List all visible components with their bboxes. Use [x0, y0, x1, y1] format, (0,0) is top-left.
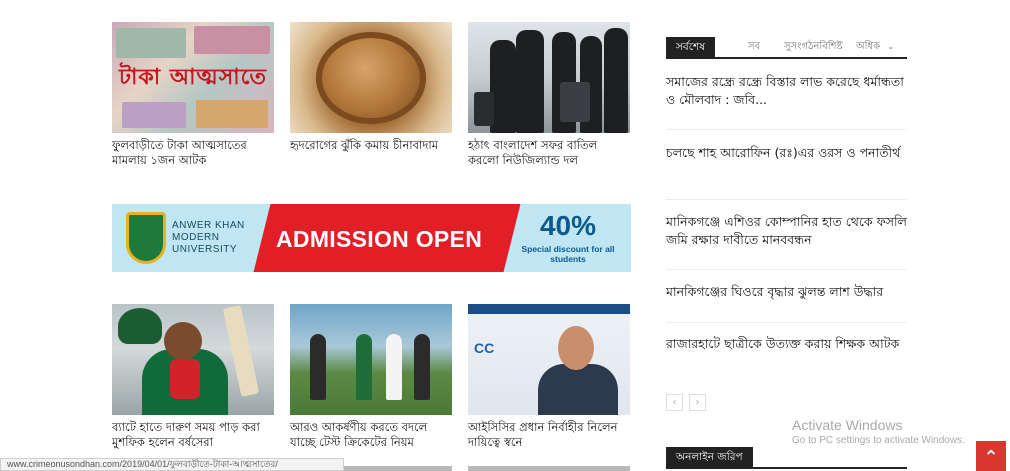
article-thumbnail[interactable] — [290, 22, 452, 133]
latest-item[interactable]: মানিকগঞ্জে এশিওর কোম্পানির হাত থেকে ফসলি… — [666, 213, 907, 249]
article-title[interactable]: ব্যাটে হাতে দারুণ সময় পাড় করা মুশফিক হ… — [112, 420, 274, 450]
next-page-button[interactable]: › — [689, 394, 706, 411]
latest-item[interactable]: মানকিগঞ্জের ঘিওরে বৃদ্ধার ঝুলন্ত লাশ উদ্… — [666, 283, 907, 301]
tab-latest[interactable]: সর্বশেষ — [666, 37, 716, 57]
section-title-poll[interactable]: অনলাইন জরিপ — [666, 447, 753, 467]
article-thumbnail-partial[interactable] — [468, 466, 630, 471]
divider — [666, 269, 907, 270]
nuts-bowl-image — [316, 32, 426, 124]
activate-windows-watermark: Activate Windows Go to PC settings to ac… — [792, 417, 965, 446]
article-thumbnail[interactable]: CC — [468, 304, 630, 415]
article-thumbnail[interactable] — [290, 304, 452, 415]
university-name: ANWER KHAN MODERN UNIVERSITY — [172, 220, 245, 255]
article-thumbnail[interactable] — [468, 22, 630, 133]
prev-page-button[interactable]: ‹ — [666, 394, 683, 411]
tab-more[interactable]: অধিক ⌄ — [856, 37, 894, 57]
article-title[interactable]: হঠাৎ বাংলাদেশ সফর বাতিল করলো নিউজিল্যান্… — [468, 138, 630, 168]
article-card-peanuts[interactable]: হৃদরোগের ঝুঁকি কমায় চীনাবাদাম — [290, 22, 452, 153]
player-image — [164, 322, 202, 360]
poll-section-header: অনলাইন জরিপ — [666, 447, 907, 469]
thumbnail-caption: টাকা আত্মসাতে — [119, 64, 267, 90]
tab-organized[interactable]: সুসংগঠনবিশিষ্ট — [784, 37, 843, 57]
status-bar-url: www.crimeonusondhan.com/2019/04/01/ফুলবা… — [0, 458, 344, 471]
article-thumbnail[interactable] — [112, 304, 274, 415]
chevron-down-icon: ⌄ — [887, 42, 895, 51]
article-title[interactable]: আরও আকর্ষণীয় করতে বদলে যাচ্ছে টেস্ট ক্র… — [290, 420, 452, 450]
admission-banner-ad[interactable]: ANWER KHAN MODERN UNIVERSITY ADMISSION O… — [112, 204, 631, 272]
article-card-mushfiq[interactable]: ব্যাটে হাতে দারুণ সময় পাড় করা মুশফিক হ… — [112, 304, 274, 450]
banner-discount-note: Special discount for all students — [521, 244, 615, 264]
divider — [666, 129, 907, 130]
tab-all[interactable]: সব — [748, 37, 760, 57]
thumbnail-caption: CC — [474, 340, 495, 356]
article-title[interactable]: হৃদরোগের ঝুঁকি কমায় চীনাবাদাম — [290, 138, 452, 153]
helmet-image — [118, 308, 162, 344]
article-card-test-rules[interactable]: আরও আকর্ষণীয় করতে বদলে যাচ্ছে টেস্ট ক্র… — [290, 304, 452, 450]
suit-image — [538, 364, 618, 415]
university-logo-icon — [126, 212, 166, 264]
back-to-top-button[interactable]: ⌃ — [976, 441, 1006, 471]
banner-discount: 40% — [539, 210, 597, 241]
chevron-up-icon: ⌃ — [983, 447, 999, 468]
article-card-icc[interactable]: CC আইসিসির প্রধান নির্বাহীর নিলেন দায়িত… — [468, 304, 630, 450]
latest-tabs: সর্বশেষ সব সুসংগঠনবিশিষ্ট অধিক ⌄ — [666, 37, 907, 59]
latest-item[interactable]: চলছে শাহ আরোফিন (রঃ)এর ওরস ও পনাতীর্থ — [666, 144, 907, 162]
person-image — [558, 326, 594, 370]
article-title[interactable]: আইসিসির প্রধান নির্বাহীর নিলেন দায়িত্বে… — [468, 420, 630, 450]
divider — [666, 322, 907, 323]
article-card-fulbari[interactable]: টাকা আত্মসাতে ফুলবাড়ীতে টাকা আত্মসাতের … — [112, 22, 274, 168]
article-card-newzealand[interactable]: হঠাৎ বাংলাদেশ সফর বাতিল করলো নিউজিল্যান্… — [468, 22, 630, 168]
latest-item[interactable]: সমাজের রন্ধ্রে রন্ধ্রে বিস্তার লাভ করেছে… — [666, 73, 907, 109]
banner-headline: ADMISSION OPEN — [276, 226, 483, 252]
cricket-bat-image — [222, 305, 260, 397]
article-title[interactable]: ফুলবাড়ীতে টাকা আত্মসাতের মামলায় ১জন আট… — [112, 138, 274, 168]
article-thumbnail[interactable]: টাকা আত্মসাতে — [112, 22, 274, 133]
latest-item[interactable]: রাজারহাটে ছাত্রীকে উত্যক্ত করায় শিক্ষক … — [666, 335, 907, 353]
divider — [666, 199, 907, 200]
